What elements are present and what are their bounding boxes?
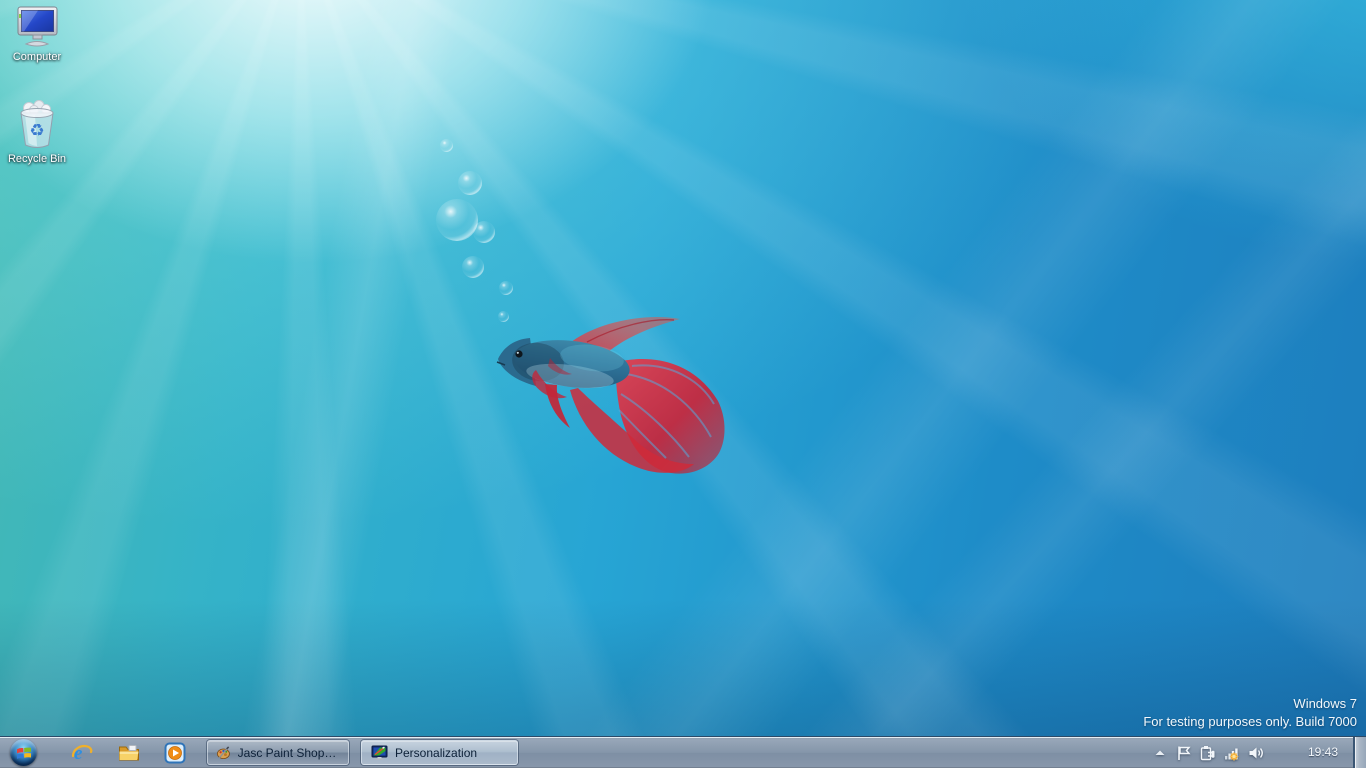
power-plug-icon[interactable] [1200, 745, 1216, 761]
taskbar-button-label: Personalization [395, 746, 477, 760]
computer-icon [14, 6, 60, 48]
bubble [436, 199, 478, 241]
internet-explorer-icon: e [71, 742, 93, 764]
volume-icon[interactable] [1248, 745, 1264, 761]
build-watermark: Windows 7 For testing purposes only. Bui… [1143, 695, 1357, 731]
media-player-icon [164, 742, 186, 764]
taskbar-button-personalization[interactable]: Personalization [361, 740, 518, 765]
show-hidden-icons-button[interactable] [1152, 745, 1168, 761]
quick-launch-internet-explorer[interactable]: e [70, 741, 94, 765]
quick-launch-windows-explorer[interactable] [117, 741, 141, 765]
show-desktop-button[interactable] [1353, 737, 1366, 768]
watermark-line2: For testing purposes only. Build 7000 [1143, 713, 1357, 731]
windows-flag-icon [16, 745, 32, 760]
network-alert-badge [1230, 752, 1238, 761]
taskbar-clock[interactable]: 19:43 [1302, 737, 1344, 768]
desktop-icon-recycle-bin[interactable]: ♻ Recycle Bin [0, 100, 76, 165]
bubble [440, 139, 453, 152]
start-button[interactable] [10, 739, 37, 766]
bubble [458, 171, 482, 195]
taskbar: e [0, 736, 1366, 768]
quick-launch-media-player[interactable] [163, 741, 187, 765]
bubble [462, 256, 484, 278]
personalization-icon [371, 745, 388, 761]
betta-fish [492, 306, 734, 482]
desktop-icon-computer[interactable]: Computer [0, 6, 76, 63]
action-center-flag-icon[interactable] [1176, 745, 1192, 761]
desktop-icon-label: Computer [13, 51, 61, 63]
desktop-icon-label: Recycle Bin [8, 153, 66, 165]
svg-text:♻: ♻ [29, 121, 44, 141]
taskbar-button-jasc-paint-shop-pro[interactable]: Jasc Paint Shop Pro -... [207, 740, 349, 765]
network-signal-icon[interactable] [1224, 745, 1240, 761]
recycle-bin-icon: ♻ [16, 100, 58, 150]
desktop-screen: Computer ♻ Recycle Bin Windows 7 For tes… [0, 0, 1366, 768]
taskbar-button-label: Jasc Paint Shop Pro -... [238, 746, 339, 760]
watermark-line1: Windows 7 [1143, 695, 1357, 713]
paint-shop-pro-icon [217, 745, 231, 761]
folder-icon [118, 743, 140, 763]
bubble [473, 221, 495, 243]
bubble [499, 281, 513, 295]
